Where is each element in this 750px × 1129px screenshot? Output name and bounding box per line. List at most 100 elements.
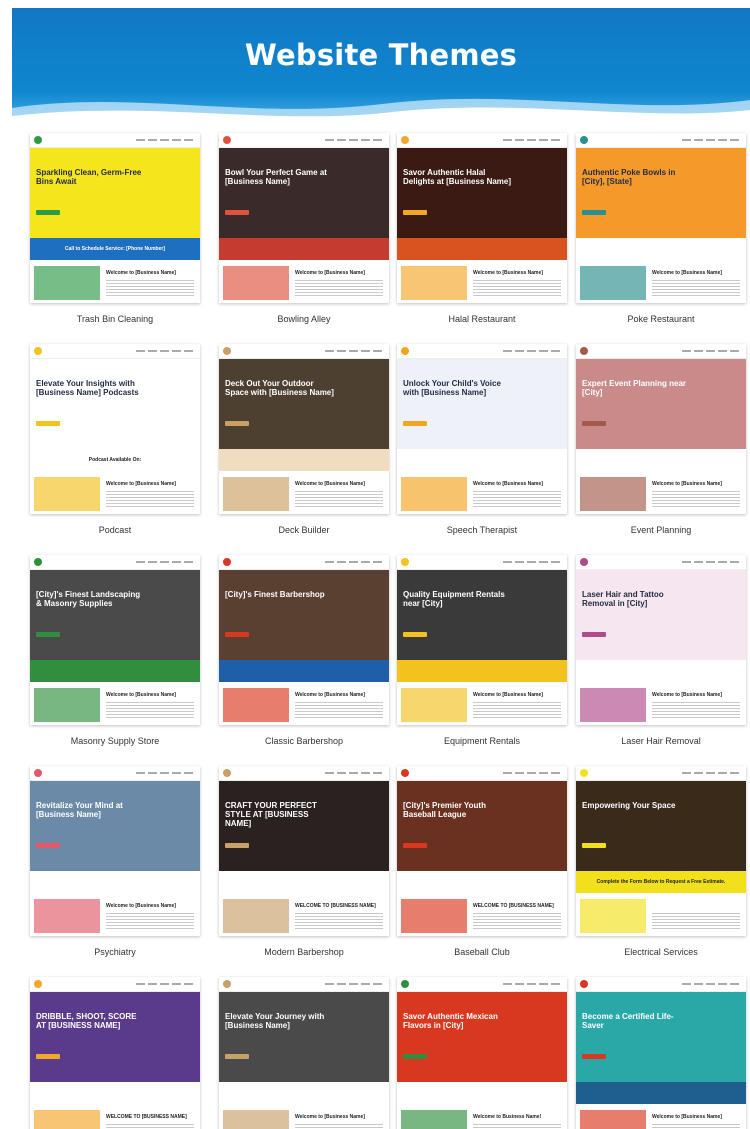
theme-thumbnail[interactable]: Become a Certified Life-Saver Welcome to … (576, 977, 746, 1129)
theme-thumbnail[interactable]: Unlock Your Child's Voice with [Business… (397, 344, 567, 514)
logo-icon (580, 558, 588, 566)
theme-thumbnail[interactable]: Revitalize Your Mind at [Business Name] W… (30, 766, 200, 936)
theme-thumbnail[interactable]: Quality Equipment Rentals near [City] Wel… (397, 555, 567, 725)
thumbnail-lower-section: Welcome to [Business Name] (397, 471, 567, 514)
theme-thumbnail[interactable]: Authentic Poke Bowls in [City], [State] W… (576, 133, 746, 303)
theme-thumbnail[interactable]: Deck Out Your Outdoor Space with [Busine… (219, 344, 389, 514)
theme-thumbnail[interactable]: Expert Event Planning near [City] Welcome… (576, 344, 746, 514)
theme-thumbnail[interactable]: CRAFT YOUR PERFECT STYLE AT [BUSINESS NA… (219, 766, 389, 936)
section-image (223, 899, 289, 933)
section-body-text (652, 913, 740, 931)
nav-links (325, 350, 385, 352)
theme-card[interactable]: [City]'s Premier Youth Baseball League WE… (397, 766, 567, 966)
hero-headline: Savor Authentic Halal Delights at [Busin… (403, 168, 512, 186)
thumbnail-lower-section: Welcome to [Business Name] (576, 471, 746, 514)
theme-card[interactable]: Elevate Your Journey with [Business Name… (219, 977, 389, 1129)
theme-thumbnail[interactable]: Elevate Your Journey with [Business Name… (219, 977, 389, 1129)
theme-thumbnail[interactable]: Empowering Your Space Complete the Form B… (576, 766, 746, 936)
theme-card[interactable]: CRAFT YOUR PERFECT STYLE AT [BUSINESS NA… (219, 766, 389, 966)
theme-label[interactable]: Baseball Club (397, 947, 567, 957)
theme-thumbnail[interactable]: Bowl Your Perfect Game at [Business Name… (219, 133, 389, 303)
theme-card[interactable]: [City]'s Finest Landscaping & Masonry Su… (30, 555, 200, 755)
theme-label[interactable]: Equipment Rentals (397, 736, 567, 746)
hero-cta-button (582, 210, 606, 215)
thumbnail-nav-bar (576, 977, 746, 992)
theme-card[interactable]: Laser Hair and Tattoo Removal in [City] W… (576, 555, 746, 755)
thumbnail-hero: Unlock Your Child's Voice with [Business… (397, 359, 567, 449)
theme-thumbnail[interactable]: [City]'s Finest Landscaping & Masonry Su… (30, 555, 200, 725)
theme-card[interactable]: Savor Authentic Mexican Flavors in [City… (397, 977, 567, 1129)
theme-label[interactable]: Halal Restaurant (397, 314, 567, 324)
section-body-text (652, 702, 740, 720)
thumbnail-info-band (397, 1082, 567, 1104)
theme-card[interactable]: Expert Event Planning near [City] Welcome… (576, 344, 746, 544)
hero-cta-button (403, 632, 427, 637)
theme-thumbnail[interactable]: Savor Authentic Halal Delights at [Busin… (397, 133, 567, 303)
theme-label[interactable]: Electrical Services (576, 947, 746, 957)
theme-card[interactable]: Authentic Poke Bowls in [City], [State] W… (576, 133, 746, 333)
theme-card[interactable]: Quality Equipment Rentals near [City] Wel… (397, 555, 567, 755)
theme-card[interactable]: Revitalize Your Mind at [Business Name] W… (30, 766, 200, 966)
logo-icon (34, 558, 42, 566)
thumbnail-lower-section: WELCOME TO [BUSINESS NAME] (397, 893, 567, 936)
section-title: Welcome to [Business Name] (652, 1114, 722, 1120)
hero-headline: Quality Equipment Rentals near [City] (403, 590, 505, 608)
theme-label[interactable]: Laser Hair Removal (576, 736, 746, 746)
section-title: Welcome to [Business Name] (652, 692, 722, 698)
section-title: Welcome to [Business Name] (652, 270, 722, 276)
theme-thumbnail[interactable]: Elevate Your Insights with [Business Nam… (30, 344, 200, 514)
logo-icon (223, 980, 231, 988)
section-title: Welcome to [Business Name] (652, 481, 722, 487)
thumbnail-hero: Savor Authentic Mexican Flavors in [City… (397, 992, 567, 1082)
logo-icon (580, 769, 588, 777)
hero-headline: Deck Out Your Outdoor Space with [Busine… (225, 379, 334, 397)
section-image (34, 899, 100, 933)
section-body-text (473, 280, 561, 298)
section-title: WELCOME TO [BUSINESS NAME] (473, 903, 554, 909)
band-text: Complete the Form Below to Request a Fre… (596, 879, 726, 885)
theme-thumbnail[interactable]: Laser Hair and Tattoo Removal in [City] W… (576, 555, 746, 725)
thumbnail-hero: Empowering Your Space (576, 781, 746, 871)
theme-label[interactable]: Event Planning (576, 525, 746, 535)
theme-thumbnail[interactable]: DRIBBLE, SHOOT, SCORE AT [BUSINESS NAME]… (30, 977, 200, 1129)
theme-label[interactable]: Speech Therapist (397, 525, 567, 535)
hero-cta-button (403, 843, 427, 848)
nav-links (136, 561, 196, 563)
theme-card[interactable]: [City]'s Finest Barbershop Welcome to [Bu… (219, 555, 389, 755)
theme-label[interactable]: Deck Builder (219, 525, 389, 535)
theme-label[interactable]: Bowling Alley (219, 314, 389, 324)
hero-cta-button (582, 421, 606, 426)
theme-card[interactable]: Savor Authentic Halal Delights at [Busin… (397, 133, 567, 333)
theme-card[interactable]: Unlock Your Child's Voice with [Business… (397, 344, 567, 544)
theme-card[interactable]: Elevate Your Insights with [Business Nam… (30, 344, 200, 544)
section-title: Welcome to [Business Name] (295, 692, 365, 698)
theme-thumbnail[interactable]: Sparkling Clean, Germ-Free Bins Await Cal… (30, 133, 200, 303)
section-body-text (295, 913, 383, 931)
section-image (223, 688, 289, 722)
hero-cta-button (403, 421, 427, 426)
theme-thumbnail[interactable]: Savor Authentic Mexican Flavors in [City… (397, 977, 567, 1129)
theme-thumbnail[interactable]: [City]'s Finest Barbershop Welcome to [Bu… (219, 555, 389, 725)
thumbnail-nav-bar (219, 977, 389, 992)
thumbnail-info-band (219, 660, 389, 682)
theme-card[interactable]: Empowering Your Space Complete the Form B… (576, 766, 746, 966)
theme-label[interactable]: Trash Bin Cleaning (30, 314, 200, 324)
theme-card[interactable]: Bowl Your Perfect Game at [Business Name… (219, 133, 389, 333)
thumbnail-info-band: Call to Schedule Service: [Phone Number] (30, 238, 200, 260)
theme-thumbnail[interactable]: [City]'s Premier Youth Baseball League WE… (397, 766, 567, 936)
theme-label[interactable]: Psychiatry (30, 947, 200, 957)
theme-card[interactable]: Deck Out Your Outdoor Space with [Busine… (219, 344, 389, 544)
theme-label[interactable]: Podcast (30, 525, 200, 535)
section-body-text (473, 702, 561, 720)
theme-card[interactable]: DRIBBLE, SHOOT, SCORE AT [BUSINESS NAME]… (30, 977, 200, 1129)
section-body-text (295, 702, 383, 720)
theme-label[interactable]: Poke Restaurant (576, 314, 746, 324)
theme-label[interactable]: Classic Barbershop (219, 736, 389, 746)
theme-card[interactable]: Sparkling Clean, Germ-Free Bins Await Cal… (30, 133, 200, 333)
theme-label[interactable]: Masonry Supply Store (30, 736, 200, 746)
thumbnail-hero: DRIBBLE, SHOOT, SCORE AT [BUSINESS NAME] (30, 992, 200, 1082)
theme-label[interactable]: Modern Barbershop (219, 947, 389, 957)
thumbnail-hero: Elevate Your Journey with [Business Name… (219, 992, 389, 1082)
theme-card[interactable]: Become a Certified Life-Saver Welcome to … (576, 977, 746, 1129)
nav-links (136, 139, 196, 141)
